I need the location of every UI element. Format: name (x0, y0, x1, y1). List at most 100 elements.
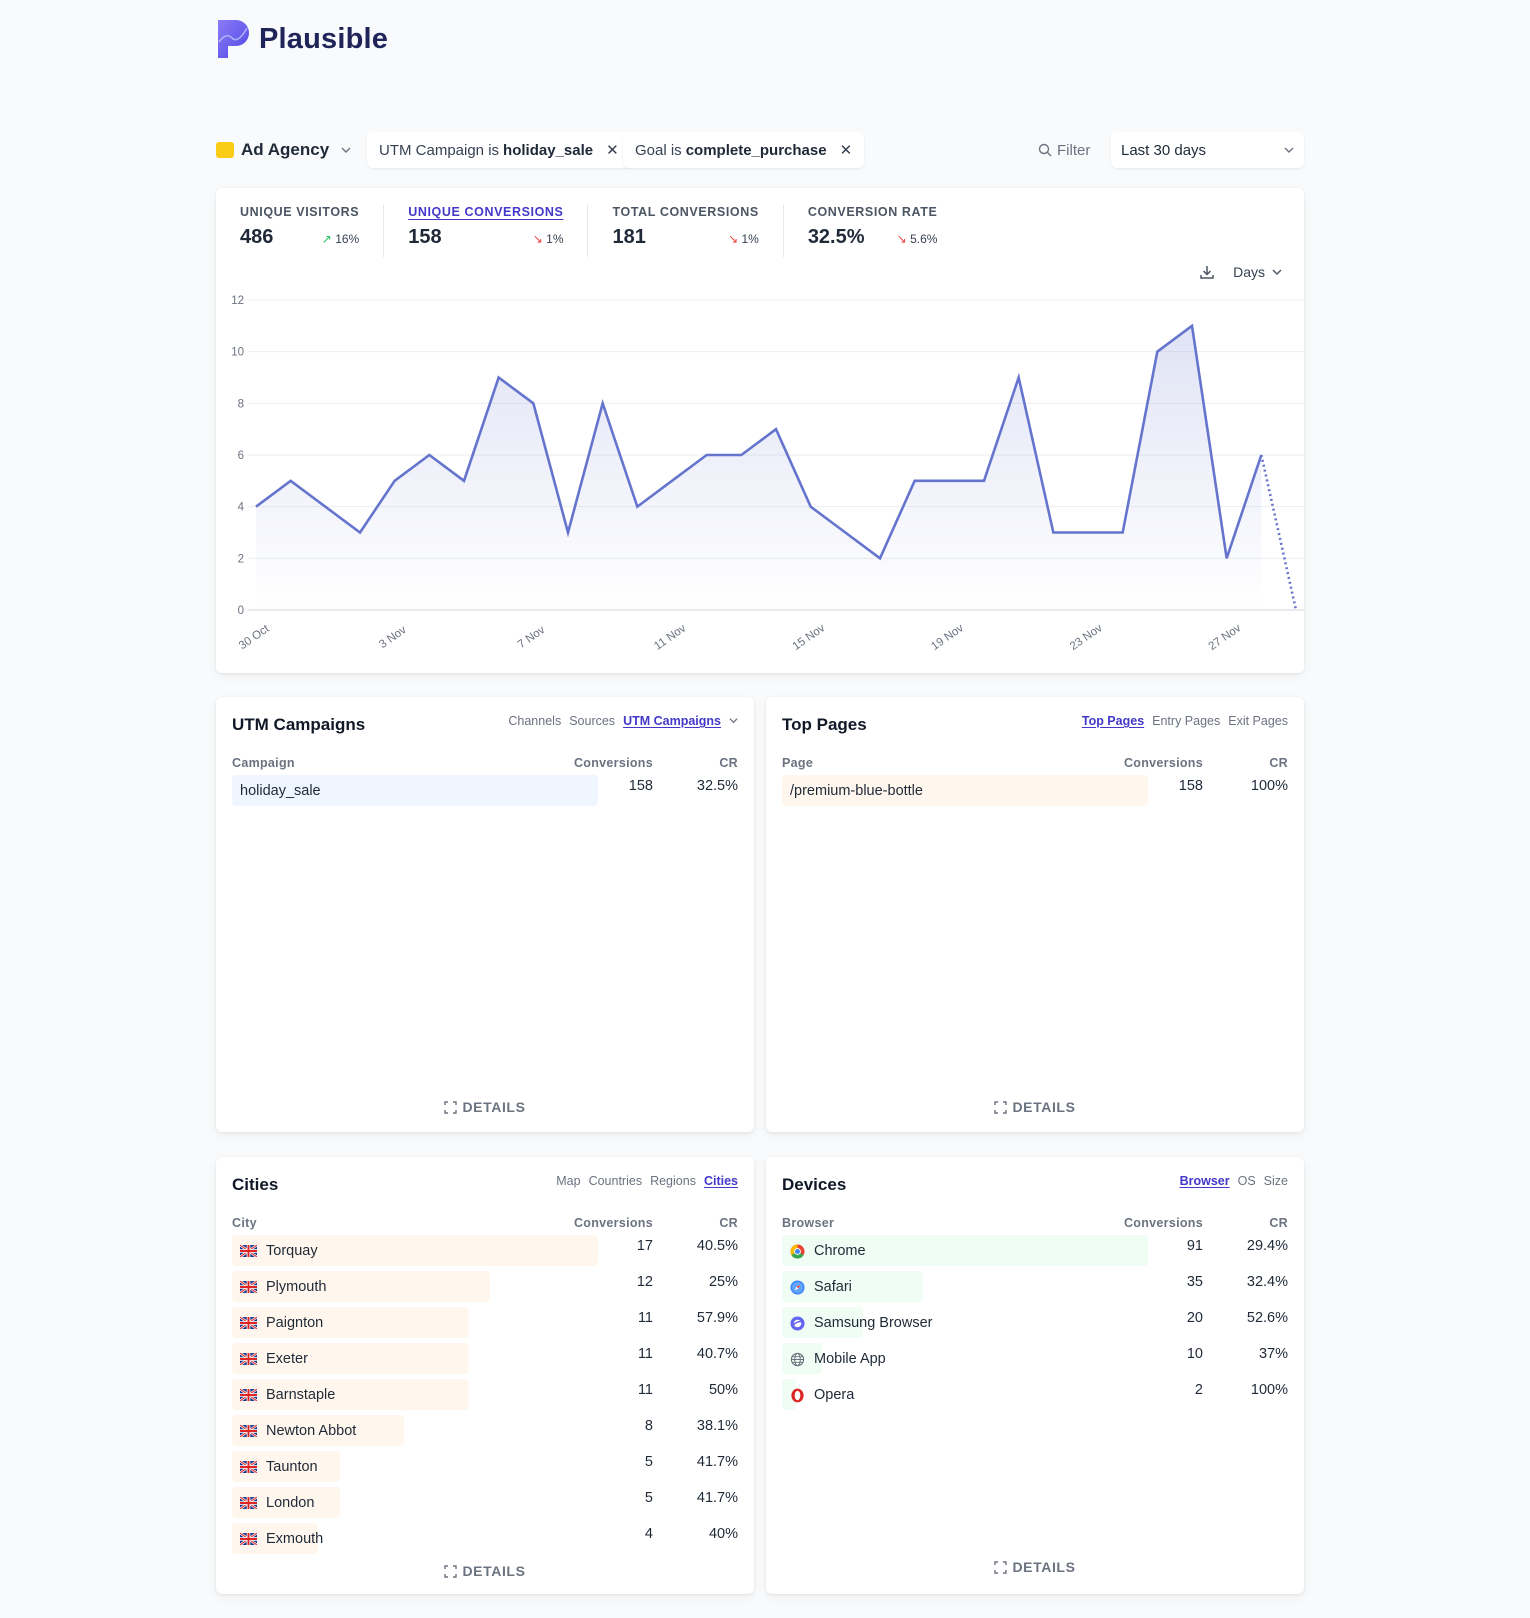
stat-unique-visitors[interactable]: UNIQUE VISITORS 486 ↗ 16% (240, 205, 385, 257)
chevron-down-icon[interactable] (729, 714, 738, 728)
stat-change: ↘ 1% (533, 232, 564, 246)
row-label-text: Samsung Browser (814, 1315, 933, 1331)
column-header-conversions[interactable]: Conversions (1124, 1216, 1203, 1230)
list-item[interactable]: Opera 2 100% (782, 1377, 1288, 1413)
tab-regions[interactable]: Regions (650, 1174, 696, 1188)
list-item[interactable]: Exmouth 4 40% (232, 1521, 738, 1557)
tab-sources[interactable]: Sources (569, 714, 615, 728)
column-header-cr[interactable]: CR (719, 1216, 738, 1230)
stat-unique-conversions[interactable]: UNIQUE CONVERSIONS 158 ↘ 1% (408, 205, 589, 257)
column-header-cr[interactable]: CR (1269, 756, 1288, 770)
list-item[interactable]: Torquay 17 40.5% (232, 1233, 738, 1269)
row-label: Paignton (239, 1315, 323, 1331)
column-header-cr[interactable]: CR (1269, 1216, 1288, 1230)
interval-picker[interactable]: Days (1233, 264, 1282, 280)
tab-utm-campaigns[interactable]: UTM Campaigns (623, 714, 721, 728)
row-conversions: 91 (1186, 1238, 1203, 1254)
details-button[interactable]: DETAILS (216, 1099, 754, 1115)
row-conversions: 5 (644, 1454, 653, 1470)
uk-flag-icon (239, 1316, 258, 1330)
tab-top-pages[interactable]: Top Pages (1082, 714, 1144, 728)
series-line-partial (1260, 454, 1298, 611)
conversions-line-chart[interactable]: 0 2 4 6 8 10 12 30 Oct 3 Nov 7 Nov 11 Nov 15 Nov 19 … (216, 288, 1304, 673)
list-item[interactable]: /premium-blue-bottle 158 100% (782, 773, 1288, 809)
tab-exit-pages[interactable]: Exit Pages (1228, 714, 1288, 728)
column-header-conversions[interactable]: Conversions (574, 1216, 653, 1230)
stat-change: ↘ 1% (728, 232, 759, 246)
details-button[interactable]: DETAILS (766, 1559, 1304, 1575)
x-tick-label: 7 Nov (516, 624, 548, 651)
details-button[interactable]: DETAILS (766, 1099, 1304, 1115)
list-item[interactable]: London 5 41.7% (232, 1485, 738, 1521)
uk-flag-icon (239, 1244, 258, 1258)
tab-size[interactable]: Size (1264, 1174, 1288, 1188)
list-item[interactable]: Samsung Browser 20 52.6% (782, 1305, 1288, 1341)
globe-icon (790, 1352, 805, 1367)
panel-rows: Torquay 17 40.5% Plymouth 12 25% Paignton 11 57.… (232, 1233, 738, 1557)
tab-entry-pages[interactable]: Entry Pages (1152, 714, 1220, 728)
tab-countries[interactable]: Countries (589, 1174, 643, 1188)
list-item[interactable]: Barnstaple 11 50% (232, 1377, 738, 1413)
row-label-text: Barnstaple (266, 1387, 336, 1403)
download-icon[interactable] (1199, 264, 1215, 280)
date-range-value: Last 30 days (1121, 141, 1207, 159)
list-item[interactable]: Exeter 11 40.7% (232, 1341, 738, 1377)
stat-total-conversions[interactable]: TOTAL CONVERSIONS 181 ↘ 1% (612, 205, 784, 257)
list-item[interactable]: Plymouth 12 25% (232, 1269, 738, 1305)
row-label-text: Plymouth (266, 1279, 327, 1295)
tab-channels[interactable]: Channels (508, 714, 561, 728)
row-conversions: 158 (628, 778, 653, 794)
details-label: DETAILS (462, 1563, 526, 1579)
remove-filter-icon[interactable]: ✕ (840, 141, 853, 159)
filter-pill-goal[interactable]: Goal is complete_purchase ✕ (623, 132, 865, 168)
list-item[interactable]: Mobile App 10 37% (782, 1341, 1288, 1377)
row-label: Exmouth (239, 1531, 323, 1547)
filter-button-label: Filter (1057, 141, 1091, 159)
list-item[interactable]: Newton Abbot 8 38.1% (232, 1413, 738, 1449)
sources-panel: UTM Campaigns Channels Sources UTM Campaign… (216, 697, 754, 1132)
plausible-logo-icon (218, 20, 249, 58)
tab-map[interactable]: Map (556, 1174, 580, 1188)
remove-filter-icon[interactable]: ✕ (606, 141, 619, 159)
panel-tabs: Channels Sources UTM Campaigns (500, 714, 738, 728)
chevron-down-icon (341, 147, 351, 153)
x-tick-label: 19 Nov (929, 622, 966, 653)
uk-flag-icon (239, 1532, 258, 1546)
column-header-name: Browser (782, 1216, 835, 1230)
column-header-conversions[interactable]: Conversions (574, 756, 653, 770)
column-header-conversions[interactable]: Conversions (1124, 756, 1203, 770)
tab-os[interactable]: OS (1238, 1174, 1256, 1188)
tab-cities[interactable]: Cities (704, 1174, 738, 1188)
stat-value: 486 (240, 226, 274, 248)
row-cr: 41.7% (696, 1490, 738, 1506)
filter-button[interactable]: Filter (1038, 131, 1090, 169)
list-item[interactable]: holiday_sale 158 32.5% (232, 773, 738, 809)
row-conversions: 10 (1186, 1346, 1203, 1362)
tab-browser[interactable]: Browser (1180, 1174, 1230, 1188)
row-label: Opera (790, 1387, 854, 1403)
row-label-text: Newton Abbot (266, 1423, 357, 1439)
column-header-cr[interactable]: CR (719, 756, 738, 770)
details-button[interactable]: DETAILS (216, 1563, 754, 1579)
panel-tabs: Map Countries Regions Cities (548, 1174, 738, 1188)
row-label: Samsung Browser (790, 1315, 932, 1331)
row-cr: 50% (708, 1382, 738, 1398)
filter-pill-utm-campaign[interactable]: UTM Campaign is holiday_sale ✕ (367, 132, 631, 168)
list-item[interactable]: Paignton 11 57.9% (232, 1305, 738, 1341)
list-item[interactable]: Safari 35 32.4% (782, 1269, 1288, 1305)
x-tick-label: 3 Nov (377, 624, 409, 651)
row-label: Exeter (239, 1351, 308, 1367)
row-cr: 40.7% (696, 1346, 738, 1362)
column-header-name: City (232, 1216, 257, 1230)
x-tick-label: 15 Nov (791, 622, 828, 653)
row-label-text: /premium-blue-bottle (790, 783, 923, 799)
date-range-select[interactable]: Last 30 days (1111, 132, 1304, 168)
brand-logo[interactable]: Plausible (216, 18, 388, 60)
stat-change: ↘ 5.6% (897, 232, 938, 246)
stat-conversion-rate[interactable]: CONVERSION RATE 32.5% ↘ 5.6% (808, 205, 962, 257)
list-item[interactable]: Taunton 5 41.7% (232, 1449, 738, 1485)
expand-icon (994, 1100, 1008, 1114)
site-favicon-icon (216, 142, 234, 158)
site-switcher[interactable]: Ad Agency (216, 131, 351, 169)
list-item[interactable]: Chrome 91 29.4% (782, 1233, 1288, 1269)
